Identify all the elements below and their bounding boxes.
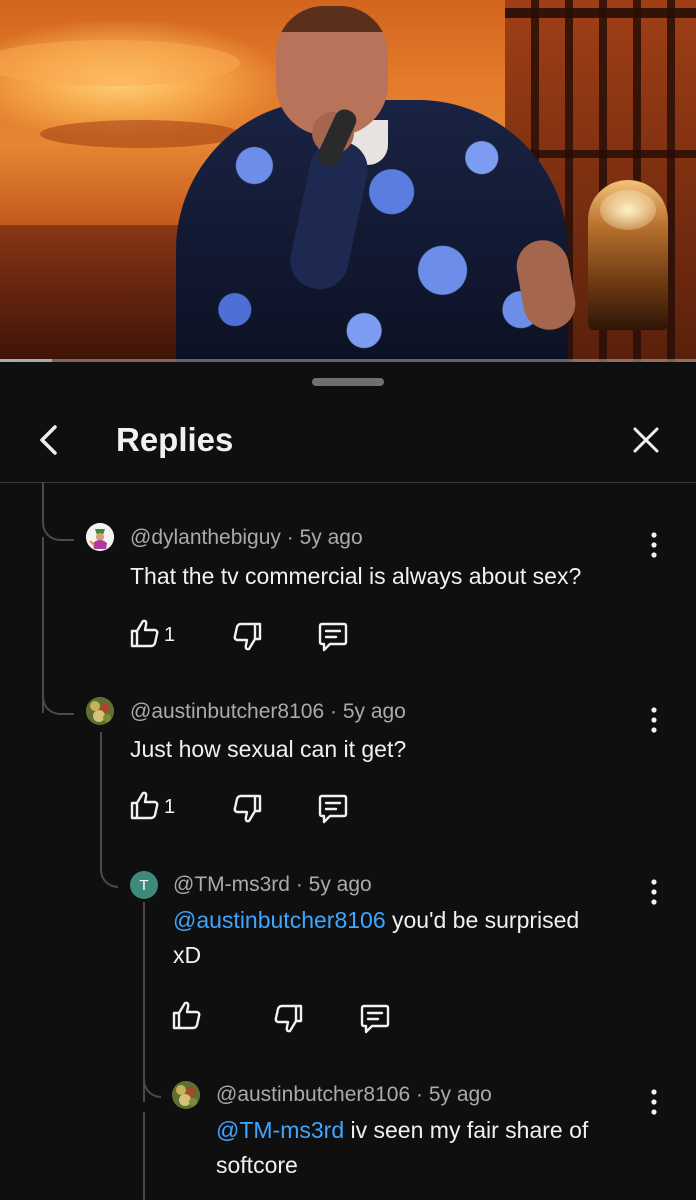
reply-meta: @austinbutcher8106 · 5y ago [130,699,406,725]
mention-link[interactable]: @austinbutcher8106 [173,907,386,933]
like-button[interactable] [170,998,204,1032]
meta-separator: · [295,873,303,896]
thread-connector [143,1066,161,1098]
avatar[interactable] [86,523,114,551]
meta-separator: · [415,1083,423,1106]
timestamp: 5y ago [299,526,363,549]
reply-meta: @dylanthebiguy · 5y ago [130,525,363,551]
reply-icon [318,794,348,824]
more-options-button[interactable] [648,531,660,559]
reply-text-content: Just how sexual can it get? [130,736,407,762]
avatar-image [86,523,114,551]
meta-separator: · [329,700,337,723]
like-button[interactable] [128,788,162,822]
dislike-button[interactable] [230,792,264,826]
mention-link[interactable]: @TM-ms3rd [216,1117,344,1143]
drag-handle[interactable] [312,378,384,386]
replies-header: Replies [0,402,696,483]
close-button[interactable] [624,418,668,462]
cloud [40,120,240,148]
reply-text-content: That the tv commercial is always about s… [130,563,582,589]
more-vert-icon [651,532,657,558]
meta-separator: · [286,526,294,549]
like-button[interactable] [128,616,162,650]
like-icon [130,791,159,820]
reply-icon [318,622,348,652]
timestamp: 5y ago [428,1083,492,1106]
reply-text: @TM-ms3rd iv seen my fair share of softc… [216,1113,646,1183]
author-name[interactable]: @TM-ms3rd [173,873,290,896]
more-options-button[interactable] [648,878,660,906]
avatar[interactable] [172,1081,200,1109]
timestamp: 5y ago [308,873,372,896]
like-count: 1 [164,796,176,818]
thread-line [100,732,102,862]
more-vert-icon [651,1089,657,1115]
dislike-icon [233,622,262,651]
reply-button[interactable] [316,620,350,654]
reply-text: That the tv commercial is always about s… [130,559,650,594]
more-vert-icon [651,707,657,733]
stage-lamp-glow [600,190,656,230]
thread-connector [42,683,74,715]
avatar-letter: T [139,876,149,894]
like-icon [130,619,159,648]
dislike-button[interactable] [230,620,264,654]
reply-text: Just how sexual can it get? [130,732,650,767]
reply-button[interactable] [316,792,350,826]
like-icon [172,1001,201,1030]
reply-icon [360,1004,390,1034]
reply-text: @austinbutcher8106 you'd be surprised xD [173,903,643,973]
avatar-image [86,697,114,725]
reply-text-content: softcore [216,1152,298,1178]
author-name[interactable]: @austinbutcher8106 [130,700,324,723]
dislike-icon [233,794,262,823]
back-button[interactable] [28,418,72,462]
dislike-button[interactable] [271,1002,305,1036]
avatar[interactable]: T [130,871,158,899]
timestamp: 5y ago [342,700,406,723]
reply-meta: @austinbutcher8106 · 5y ago [216,1082,492,1108]
avatar-image [172,1081,200,1109]
more-options-button[interactable] [648,706,660,734]
video-player[interactable] [0,0,696,362]
dislike-icon [274,1004,303,1033]
reply-text-content: iv seen my fair share of [344,1117,589,1143]
page-title: Replies [116,421,234,458]
thread-connector [42,483,74,541]
reply-text-content: you'd be surprised [385,907,580,933]
author-name[interactable]: @austinbutcher8106 [216,1083,410,1106]
like-count: 1 [164,624,176,646]
reply-text-content: xD [173,942,202,968]
stage-truss-bar [505,8,696,18]
more-options-button[interactable] [648,1088,660,1116]
reply-meta: @TM-ms3rd · 5y ago [173,872,372,898]
author-name[interactable]: @dylanthebiguy [130,526,281,549]
back-arrow-icon [40,425,57,455]
avatar[interactable] [86,697,114,725]
more-vert-icon [651,879,657,905]
reply-button[interactable] [358,1002,392,1036]
thread-connector [100,856,118,888]
close-icon [633,427,659,453]
replies-sheet: Replies @dylanthebiguy · 5y ago That the… [0,362,696,1200]
thread-line [143,1112,145,1200]
